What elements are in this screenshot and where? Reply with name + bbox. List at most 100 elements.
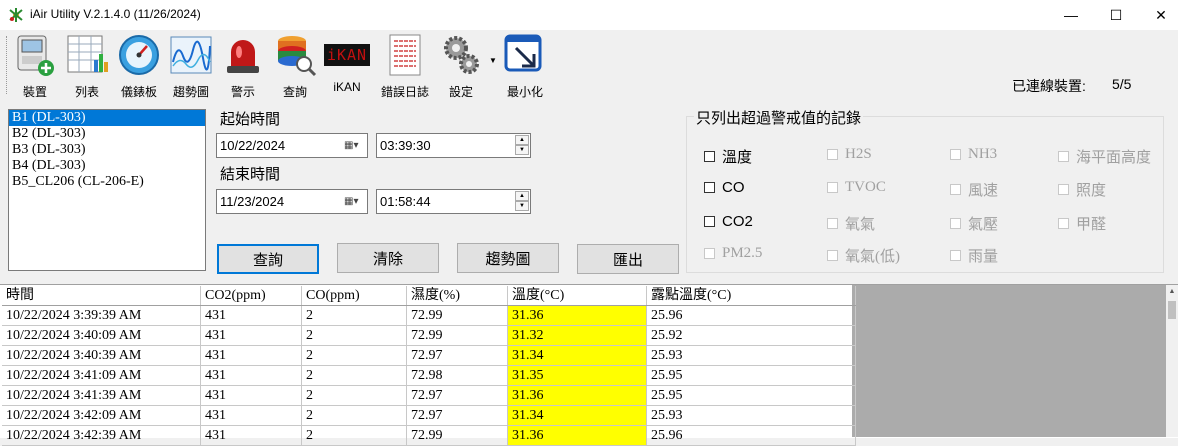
start-time-field[interactable]: 03:39:30 ▲ ▼	[376, 133, 531, 158]
filter-co-checkbox[interactable]: CO	[704, 179, 745, 196]
scrollbar-thumb[interactable]	[1168, 301, 1176, 319]
filter-rainfall-checkbox: 雨量	[950, 245, 998, 266]
toolbar: 裝置 列表 儀錶板 趨勢圖 警示 查詢 iKAN iKAN 錯誤日誌 設定 ▼ …	[0, 30, 1178, 102]
table-row[interactable]: 10/22/2024 3:40:39 AM 431 2 72.97 31.34 25.93	[2, 345, 856, 366]
filter-tvoc-checkbox: TVOC	[827, 179, 886, 196]
end-time-label: 結束時間	[220, 166, 281, 183]
table-row[interactable]: 10/22/2024 3:42:09 AM 431 2 72.97 31.34 25.93	[2, 405, 856, 426]
toolbar-ikan-button[interactable]: iKAN iKAN	[320, 32, 374, 94]
cell-co: 2	[301, 345, 407, 366]
cell-time: 10/22/2024 3:40:39 AM	[2, 345, 201, 366]
cell-co2: 431	[200, 425, 302, 446]
device-item[interactable]: B2 (DL-303)	[9, 126, 205, 142]
start-date-picker[interactable]: 10/22/2024 ▦▾	[216, 133, 368, 158]
filter-wind-speed-checkbox: 風速	[950, 179, 998, 200]
cell-time: 10/22/2024 3:42:39 AM	[2, 425, 201, 446]
spin-down-icon[interactable]: ▼	[515, 201, 529, 211]
toolbar-settings-label: 設定	[448, 85, 473, 99]
toolbar-settings-button[interactable]: 設定	[434, 32, 488, 100]
start-time-spinner[interactable]: ▲ ▼	[515, 135, 529, 156]
toolbar-device-button[interactable]: 裝置	[8, 32, 62, 100]
start-date-value: 10/22/2024	[220, 138, 286, 153]
spin-down-icon[interactable]: ▼	[515, 145, 529, 155]
cell-humidity: 72.97	[406, 385, 508, 406]
calendar-dropdown-icon[interactable]: ▦▾	[344, 194, 364, 209]
filter-pressure-checkbox: 氣壓	[950, 213, 998, 234]
cell-co: 2	[301, 385, 407, 406]
clear-button[interactable]: 清除	[337, 243, 439, 273]
column-header-co[interactable]: CO(ppm)	[301, 286, 407, 306]
table-row[interactable]: 10/22/2024 3:39:39 AM 431 2 72.99 31.36 25.96	[2, 305, 856, 326]
filter-co2-checkbox[interactable]: CO2	[704, 213, 753, 230]
end-time-field[interactable]: 01:58:44 ▲ ▼	[376, 189, 531, 214]
settings-dropdown-arrow-icon[interactable]: ▼	[489, 56, 497, 65]
column-header-temperature[interactable]: 溫度(°C)	[507, 286, 647, 306]
toolbar-dashboard-label: 儀錶板	[120, 85, 157, 99]
column-header-dew-point[interactable]: 露點溫度(°C)	[646, 286, 856, 306]
toolbar-trend-button[interactable]: 趨勢圖	[164, 32, 218, 100]
cell-co2: 431	[200, 345, 302, 366]
toolbar-trend-label: 趨勢圖	[172, 85, 209, 99]
filter-formaldehyde-checkbox: 甲醛	[1058, 213, 1106, 234]
calendar-dropdown-icon[interactable]: ▦▾	[344, 138, 364, 153]
spin-up-icon[interactable]: ▲	[515, 191, 529, 201]
filter-altitude-checkbox: 海平面高度	[1058, 146, 1151, 167]
end-time-spinner[interactable]: ▲ ▼	[515, 191, 529, 212]
trend-chart-icon	[170, 36, 212, 74]
cell-temperature: 31.36	[507, 305, 647, 326]
filter-pm25-checkbox: PM2.5	[704, 245, 762, 262]
cell-co: 2	[301, 425, 407, 446]
filter-oxygen-checkbox: 氧氣	[827, 213, 875, 234]
cell-time: 10/22/2024 3:41:39 AM	[2, 385, 201, 406]
toolbar-error-log-button[interactable]: 錯誤日誌	[378, 32, 432, 100]
device-listbox[interactable]: B1 (DL-303) B2 (DL-303) B3 (DL-303) B4 (…	[8, 109, 206, 271]
close-button[interactable]: ✕	[1138, 0, 1178, 30]
filter-oxygen-low-checkbox: 氧氣(低)	[827, 245, 900, 266]
toolbar-query-label: 查詢	[282, 85, 307, 99]
column-header-humidity[interactable]: 濕度(%)	[406, 286, 508, 306]
trend-button[interactable]: 趨勢圖	[457, 243, 559, 273]
alarm-filter-title: 只列出超過警戒值的記錄	[694, 107, 864, 128]
spin-up-icon[interactable]: ▲	[515, 135, 529, 145]
cell-co2: 431	[200, 305, 302, 326]
table-row[interactable]: 10/22/2024 3:42:39 AM 431 2 72.99 31.36 25.96	[2, 425, 856, 446]
device-item[interactable]: B3 (DL-303)	[9, 142, 205, 158]
toolbar-device-label: 裝置	[22, 85, 47, 99]
minimize-button[interactable]: —	[1048, 0, 1094, 30]
filter-temperature-checkbox[interactable]: 溫度	[704, 146, 752, 167]
toolbar-list-label: 列表	[74, 85, 99, 99]
end-date-picker[interactable]: 11/23/2024 ▦▾	[216, 189, 368, 214]
cell-dew-point: 25.93	[646, 405, 856, 426]
toolbar-error-log-label: 錯誤日誌	[380, 85, 429, 99]
cell-co2: 431	[200, 325, 302, 346]
cell-co2: 431	[200, 405, 302, 426]
data-table: 時間 CO2(ppm) CO(ppm) 濕度(%) 溫度(°C) 露點溫度(°C…	[2, 286, 856, 446]
table-row[interactable]: 10/22/2024 3:41:39 AM 431 2 72.97 31.36 25.95	[2, 385, 856, 406]
scroll-up-icon[interactable]: ▲	[1166, 285, 1178, 299]
cell-temperature: 31.36	[507, 385, 647, 406]
toolbar-dashboard-button[interactable]: 儀錶板	[112, 32, 166, 100]
toolbar-minimize-button[interactable]: 最小化	[498, 32, 552, 100]
device-item[interactable]: B4 (DL-303)	[9, 158, 205, 174]
table-row[interactable]: 10/22/2024 3:40:09 AM 431 2 72.99 31.32 25.92	[2, 325, 856, 346]
vertical-scrollbar[interactable]: ▲	[1166, 285, 1178, 437]
toolbar-query-button[interactable]: 查詢	[268, 32, 322, 100]
column-header-time[interactable]: 時間	[2, 286, 201, 306]
start-time-label: 起始時間	[220, 111, 281, 128]
maximize-button[interactable]: ☐	[1093, 0, 1139, 30]
cell-dew-point: 25.92	[646, 325, 856, 346]
device-item[interactable]: B1 (DL-303)	[9, 110, 205, 126]
device-item[interactable]: B5_CL206 (CL-206-E)	[9, 174, 205, 190]
column-header-co2[interactable]: CO2(ppm)	[200, 286, 302, 306]
toolbar-alarm-button[interactable]: 警示	[216, 32, 270, 100]
table-row[interactable]: 10/22/2024 3:41:09 AM 431 2 72.98 31.35 25.95	[2, 365, 856, 386]
cell-time: 10/22/2024 3:42:09 AM	[2, 405, 201, 426]
title-bar: iAir Utility V.2.1.4.0 (11/26/2024) — ☐ …	[0, 0, 1178, 30]
connected-devices-count: 5/5	[1112, 76, 1132, 92]
query-button[interactable]: 查詢	[217, 244, 319, 274]
toolbar-list-button[interactable]: 列表	[60, 32, 114, 100]
toolbar-ikan-label: iKAN	[333, 80, 361, 94]
export-button[interactable]: 匯出	[577, 244, 679, 274]
toolbar-minimize-label: 最小化	[506, 85, 543, 99]
dashboard-icon	[119, 35, 159, 75]
